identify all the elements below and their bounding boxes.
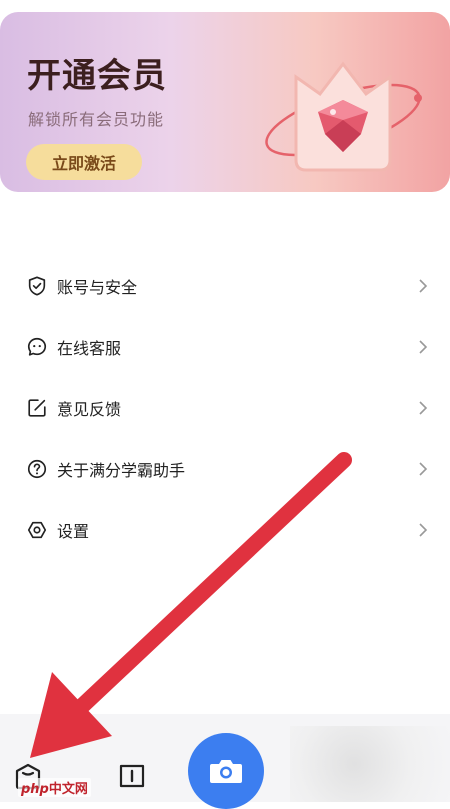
chevron-right-icon — [419, 522, 428, 537]
menu-item-account-security[interactable]: 账号与安全 — [0, 255, 450, 316]
book-icon[interactable] — [116, 760, 148, 792]
menu-item-settings[interactable]: 设置 — [0, 499, 450, 560]
chevron-right-icon — [419, 400, 428, 415]
menu-item-label: 意见反馈 — [57, 399, 122, 419]
chevron-right-icon — [419, 461, 428, 476]
shield-check-icon — [28, 275, 46, 296]
blurred-area — [290, 726, 450, 802]
watermark-brand: php — [21, 782, 49, 797]
edit-icon — [28, 398, 46, 417]
watermark-text: 中文网 — [48, 782, 88, 797]
chat-face-icon — [27, 337, 47, 356]
settings-menu: 账号与安全 在线客服 意见反馈 关于满分学霸助手 设置 — [0, 255, 450, 560]
banner-subtitle: 解锁所有会员功能 — [28, 110, 165, 129]
camera-icon — [210, 760, 242, 783]
menu-item-label: 设置 — [57, 521, 90, 541]
camera-button[interactable] — [188, 733, 264, 809]
menu-item-about[interactable]: 关于满分学霸助手 — [0, 438, 450, 499]
menu-item-online-service[interactable]: 在线客服 — [0, 316, 450, 377]
menu-item-label: 账号与安全 — [57, 277, 138, 297]
chevron-right-icon — [419, 339, 428, 354]
banner-title: 开通会员 — [27, 56, 167, 96]
crown-gem-icon — [265, 61, 422, 172]
member-banner[interactable]: 开通会员 解锁所有会员功能 立即激活 — [0, 12, 450, 192]
menu-item-label: 在线客服 — [57, 338, 122, 358]
chevron-right-icon — [419, 278, 428, 293]
activate-button[interactable]: 立即激活 — [26, 144, 142, 180]
watermark: php中文网 — [18, 778, 91, 797]
help-icon — [27, 459, 47, 478]
menu-item-label: 关于满分学霸助手 — [57, 460, 186, 480]
settings-icon — [27, 521, 47, 538]
menu-item-feedback[interactable]: 意见反馈 — [0, 377, 450, 438]
